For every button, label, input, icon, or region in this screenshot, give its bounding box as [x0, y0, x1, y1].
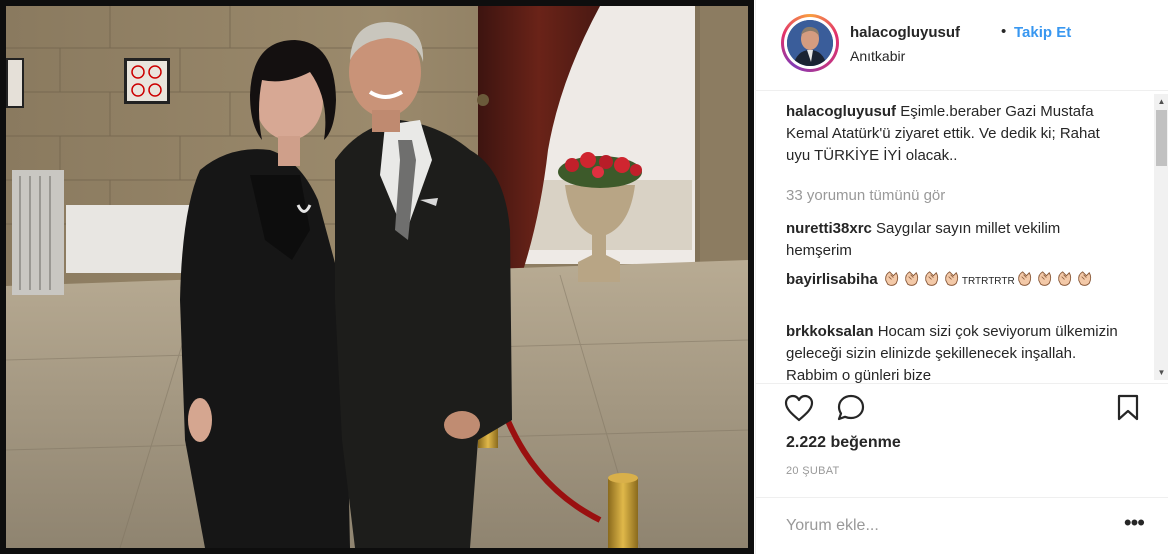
action-bar — [756, 383, 1168, 429]
avatar-image — [787, 20, 833, 66]
more-options-icon[interactable]: ••• — [1124, 510, 1145, 536]
clapping-hands-icon — [1077, 271, 1091, 286]
clapping-hands-icon — [1037, 271, 1051, 286]
separator-dot: • — [1001, 23, 1007, 40]
comment-inline-text: TRTRTRTR — [961, 276, 1015, 287]
comment-username[interactable]: bayirlisabiha — [786, 271, 878, 288]
comment-username[interactable]: brkkoksalan — [786, 323, 874, 340]
comment-username[interactable]: nuretti38xrc — [786, 220, 872, 237]
avatar[interactable] — [781, 14, 839, 72]
comment-icon[interactable] — [836, 394, 866, 422]
comments-scrollbar[interactable]: ▲ ▼ — [1154, 94, 1168, 380]
comment-item: bayirlisabiha TRTRTRTR — [786, 269, 1121, 293]
likes-count[interactable]: 2.222 beğenme — [786, 434, 901, 452]
avatar-ring — [784, 17, 836, 69]
caption-username[interactable]: halacogluyusuf — [786, 103, 896, 120]
clapping-hands-icon — [885, 271, 899, 286]
add-comment-section: Yorum ekle... ••• — [756, 497, 1168, 555]
post-side-panel: halacogluyusuf • Takip Et Anıtkabir hala… — [755, 0, 1168, 554]
bookmark-icon[interactable] — [1116, 394, 1140, 422]
comment-item: nuretti38xrc Saygılar sayın millet vekil… — [786, 218, 1121, 262]
follow-button[interactable]: Takip Et — [1014, 24, 1071, 41]
scrollbar-thumb[interactable] — [1156, 110, 1167, 166]
comments-list[interactable]: halacogluyusuf Eşimle.beraber Gazi Musta… — [756, 91, 1168, 383]
username-link[interactable]: halacogluyusuf — [850, 24, 960, 41]
post-photo[interactable] — [0, 0, 754, 554]
post-date[interactable]: 20 ŞUBAT — [786, 465, 840, 477]
scroll-down-arrow-icon[interactable]: ▼ — [1154, 365, 1168, 380]
comment-item: brkkoksalan Hocam sizi çok seviyorum ülk… — [786, 321, 1121, 383]
clapping-hands-icon — [1017, 271, 1031, 286]
clapping-hands-icon — [945, 271, 959, 286]
clapping-hands-icon — [905, 271, 919, 286]
comment-text: TRTRTRTR — [882, 271, 1095, 288]
view-all-comments-link[interactable]: 33 yorumun tümünü gör — [786, 187, 945, 204]
clapping-hands-icon — [1057, 271, 1071, 286]
location-link[interactable]: Anıtkabir — [850, 48, 905, 64]
comment-input[interactable]: Yorum ekle... — [786, 517, 879, 535]
scroll-up-arrow-icon[interactable]: ▲ — [1154, 94, 1168, 109]
post-header: halacogluyusuf • Takip Et Anıtkabir — [756, 0, 1168, 91]
heart-icon[interactable] — [784, 394, 814, 422]
post-photo-image — [0, 0, 754, 554]
clapping-hands-icon — [925, 271, 939, 286]
caption: halacogluyusuf Eşimle.beraber Gazi Musta… — [786, 101, 1121, 167]
